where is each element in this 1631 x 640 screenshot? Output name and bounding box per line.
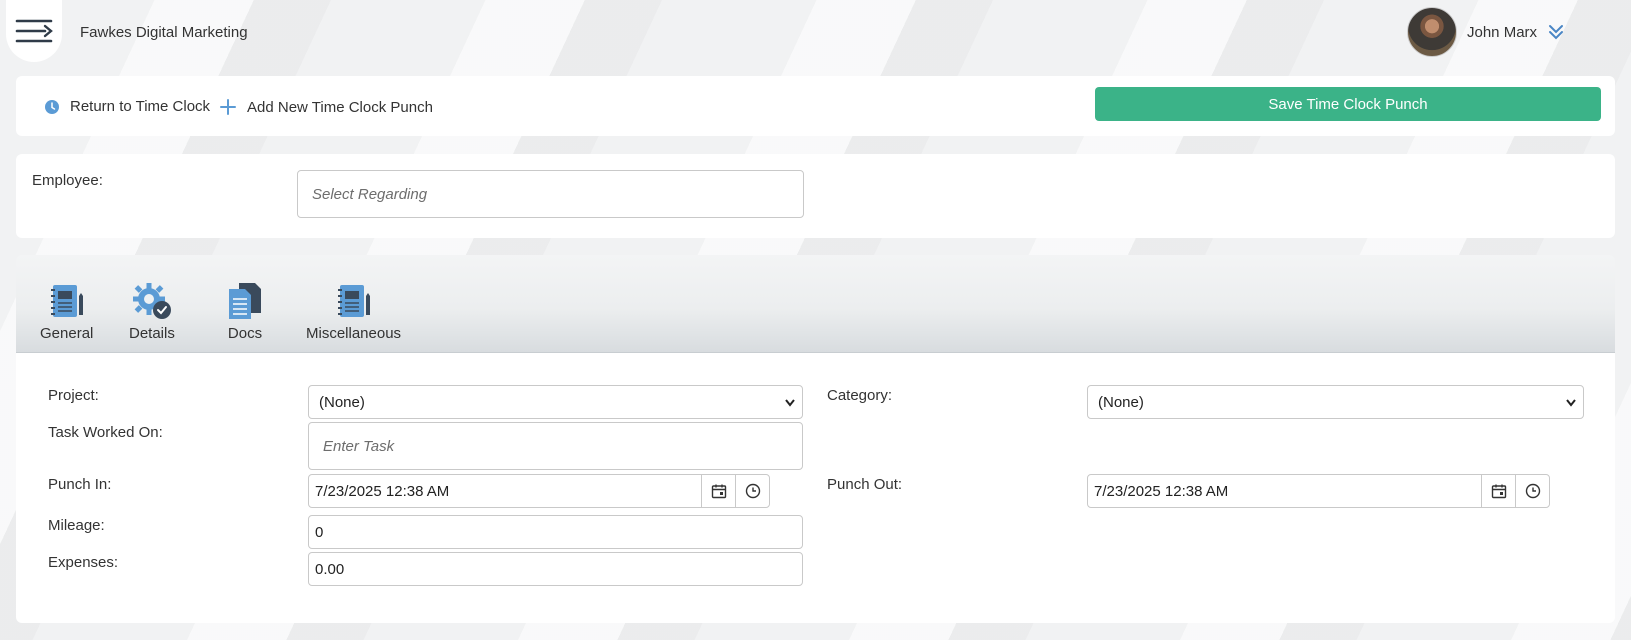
project-select[interactable]: (None) [308,385,803,419]
double-chevron-down-icon[interactable] [1547,24,1565,40]
plus-icon [220,99,236,115]
mileage-label: Mileage: [48,517,105,534]
task-input[interactable] [308,422,803,470]
general-form-panel: Project: (None) Category: (None) Task Wo… [16,353,1615,623]
gear-check-icon [132,283,171,319]
tab-details-label: Details [129,325,175,342]
return-to-time-clock-label: Return to Time Clock [70,98,211,115]
documents-icon [229,283,261,319]
clock-outline-icon [745,483,760,499]
hamburger-menu-icon [15,19,53,43]
user-name: John Marx [1467,23,1538,41]
tab-docs-label: Docs [227,325,263,342]
user-menu[interactable]: John Marx [1407,6,1565,58]
menu-toggle-button[interactable] [6,0,62,62]
tab-general[interactable]: General [40,281,93,342]
task-label: Task Worked On: [48,424,163,441]
punch-out-datetime [1087,474,1550,508]
add-new-punch-label: Add New Time Clock Punch [247,98,433,116]
punch-out-time-button[interactable] [1515,475,1549,507]
notebook-pencil-icon [50,285,83,317]
employee-label: Employee: [32,172,103,189]
punch-out-date-button[interactable] [1481,475,1515,507]
tab-miscellaneous[interactable]: Miscellaneous [306,281,401,342]
punch-out-label: Punch Out: [827,476,903,493]
chevron-down-icon [785,399,795,407]
clock-outline-icon [1525,483,1540,499]
tab-miscellaneous-label: Miscellaneous [306,325,402,342]
save-time-clock-punch-button[interactable]: Save Time Clock Punch [1095,87,1601,121]
app-title: Fawkes Digital Marketing [80,24,248,41]
expenses-input[interactable] [308,552,803,586]
punch-in-date-button[interactable] [701,475,735,507]
employee-card: Employee: [16,154,1615,238]
tab-strip: General Details Docs Miscellaneous [16,255,1615,353]
calendar-icon [711,484,726,499]
tab-general-label: General [40,325,94,342]
calendar-icon [1491,484,1506,499]
punch-in-label: Punch In: [48,476,112,493]
punch-in-datetime [308,474,770,508]
notebook-pencil-icon [337,285,370,317]
category-select[interactable]: (None) [1087,385,1584,419]
chevron-down-icon [1566,399,1576,407]
mileage-input[interactable] [308,515,803,549]
return-to-time-clock-link[interactable]: Return to Time Clock [44,98,210,115]
avatar [1407,7,1457,57]
punch-in-input[interactable] [309,475,701,507]
employee-select-input[interactable] [297,170,804,218]
expenses-label: Expenses: [48,554,119,571]
punch-out-input[interactable] [1088,475,1481,507]
clock-icon [45,99,59,114]
tab-docs[interactable]: Docs [225,281,265,342]
punch-in-time-button[interactable] [735,475,769,507]
add-new-punch-link[interactable]: Add New Time Clock Punch [219,98,433,116]
tab-details[interactable]: Details [129,281,175,342]
category-select-value: (None) [1098,393,1144,411]
category-label: Category: [827,387,893,404]
top-bar: Fawkes Digital Marketing John Marx [0,0,1631,70]
action-bar: Return to Time Clock Add New Time Clock … [16,76,1615,136]
project-label: Project: [48,387,99,404]
project-select-value: (None) [319,393,365,411]
